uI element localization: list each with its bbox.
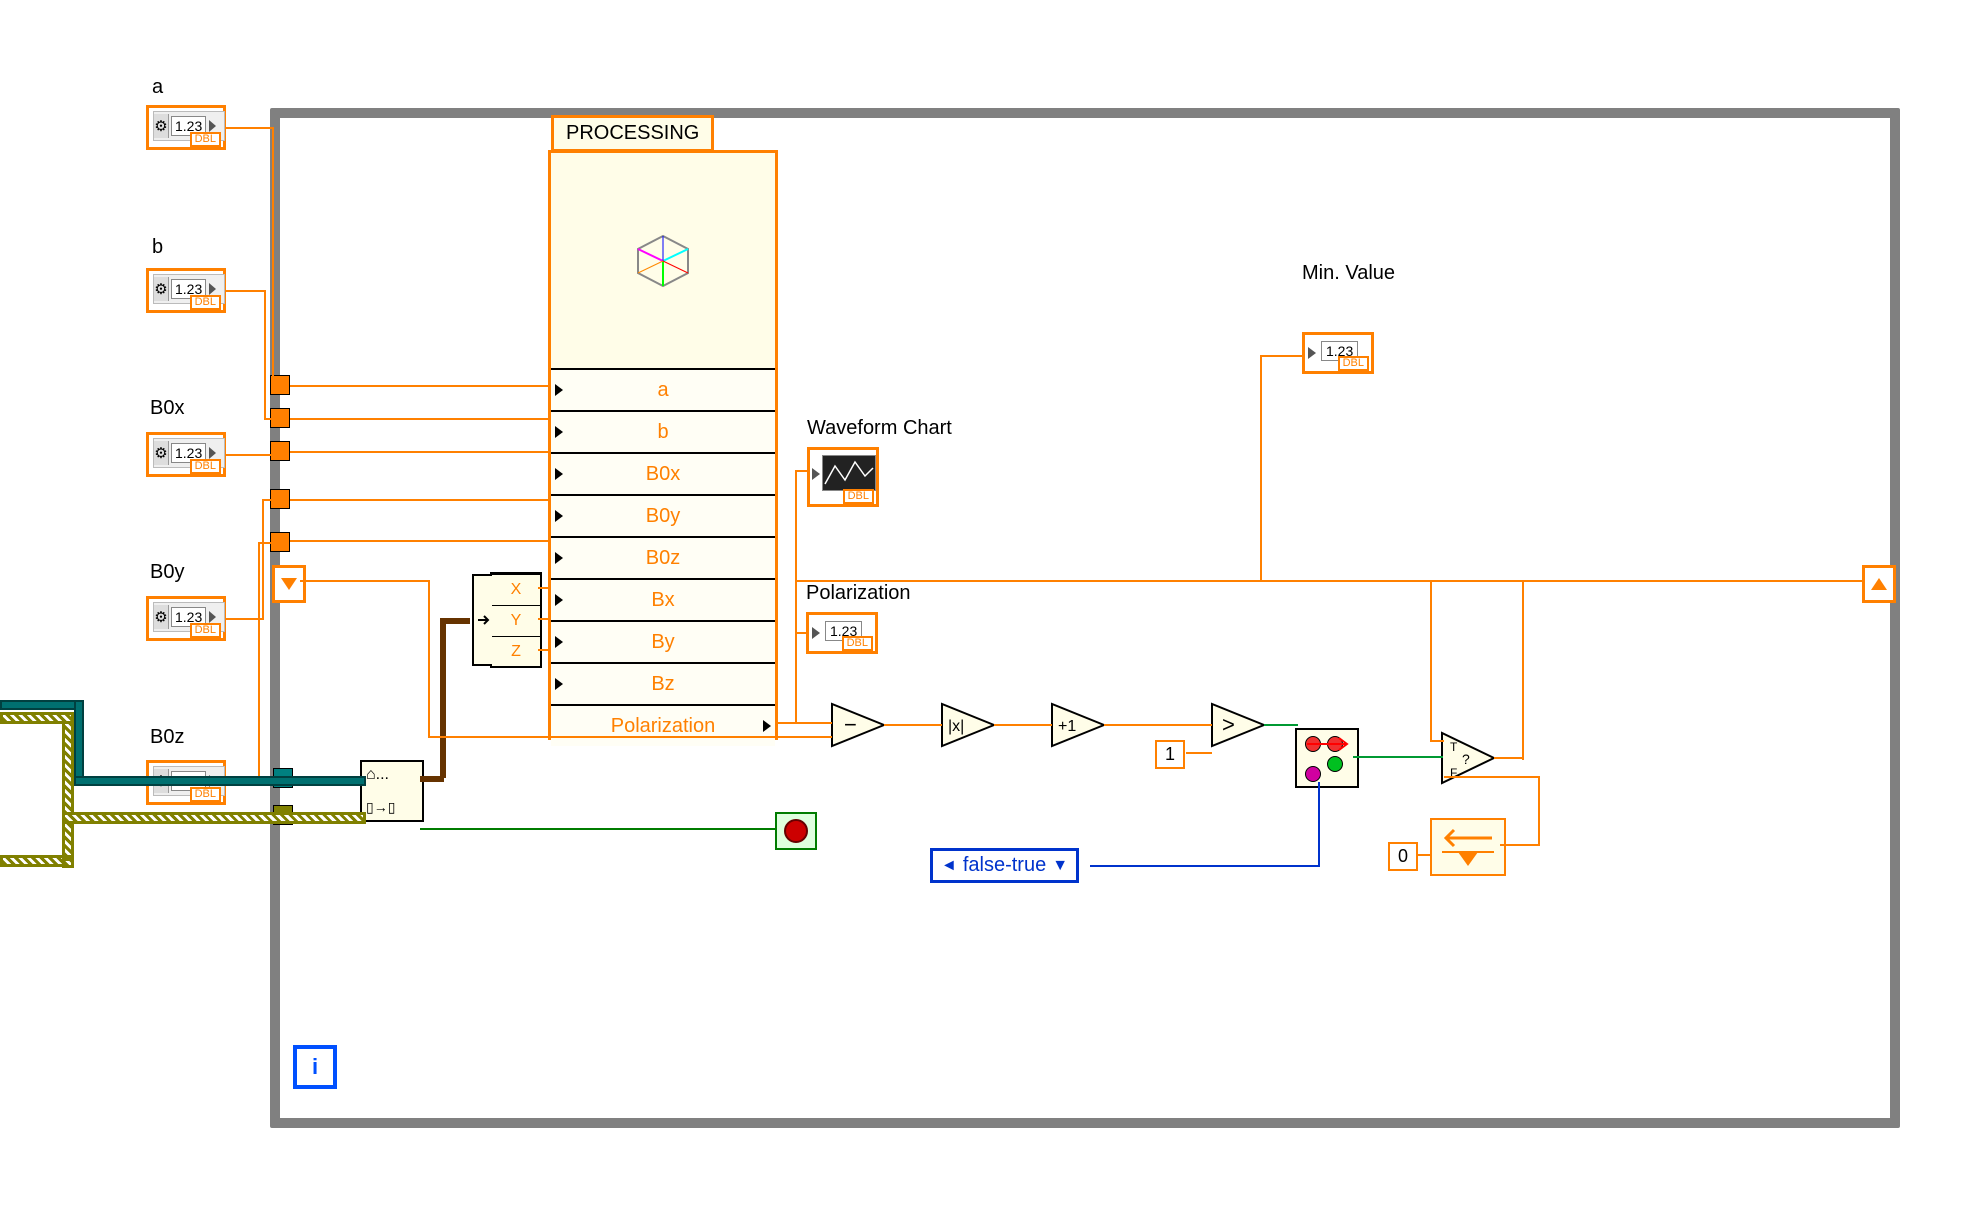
svg-text:T: T (1450, 740, 1458, 754)
increment-node[interactable]: +1 (1050, 702, 1106, 748)
label-b0z: B0z (150, 726, 184, 749)
stop-terminal[interactable] (775, 812, 817, 850)
shift-register-right[interactable] (1862, 565, 1896, 603)
svg-text:+1: +1 (1058, 718, 1076, 735)
iteration-terminal: i (293, 1045, 337, 1089)
dropdown-arrow-icon[interactable]: ▼ (1052, 857, 1068, 875)
express-input-a: a (551, 368, 775, 410)
express-input-b0y: B0y (551, 494, 775, 536)
boolean-array-constant[interactable]: ◄ false-true ▼ (930, 848, 1079, 883)
type-tag: DBL (190, 295, 221, 310)
type-tag: DBL (190, 132, 221, 147)
express-vi-processing[interactable]: PROCESSING a b B0x B0y B0z Bx By Bz Pola… (548, 150, 778, 740)
greater-node[interactable]: > (1210, 702, 1266, 748)
dequeue-element-node[interactable]: ⌂... ▯→▯ (360, 760, 424, 822)
decrement-arrow-icon[interactable]: ◄ (941, 857, 957, 875)
svg-text:?: ? (1462, 751, 1470, 767)
label-min-value: Min. Value (1302, 262, 1395, 285)
unbundle-y: Y (492, 605, 540, 636)
unbundle-x: X (492, 574, 540, 605)
express-input-by: By (551, 620, 775, 662)
shift-register-left[interactable] (272, 565, 306, 603)
block-diagram-canvas: a ⚙1.23 DBL b ⚙1.23 DBL B0x ⚙1.23 DBL B0… (0, 0, 1978, 1220)
label-a: a (152, 76, 163, 99)
express-input-b0z: B0z (551, 536, 775, 578)
label-polarization: Polarization (806, 582, 911, 605)
label-b0y: B0y (150, 561, 184, 584)
express-input-b0x: B0x (551, 452, 775, 494)
express-vi-title: PROCESSING (551, 115, 714, 152)
label-b0x: B0x (150, 397, 184, 420)
express-vi-icon (551, 153, 775, 368)
control-b[interactable]: ⚙1.23 DBL (146, 268, 226, 313)
label-b: b (152, 236, 163, 259)
indicator-polarization[interactable]: 1.23 DBL (806, 612, 878, 654)
unbundle-z: Z (492, 636, 540, 667)
subtract-node[interactable]: − (830, 702, 886, 748)
tunnel-b0x (270, 441, 290, 461)
express-input-bz: Bz (551, 662, 775, 704)
constant-one[interactable]: 1 (1155, 740, 1185, 769)
type-tag: DBL (190, 623, 221, 638)
label-waveform-chart: Waveform Chart (807, 417, 952, 440)
type-tag: DBL (190, 787, 221, 802)
indicator-min-value[interactable]: 1.23 DBL (1302, 332, 1374, 374)
type-tag: DBL (190, 459, 221, 474)
control-a[interactable]: ⚙1.23 DBL (146, 105, 226, 150)
abs-node[interactable]: |x| (940, 702, 996, 748)
constant-zero[interactable]: 0 (1388, 842, 1418, 871)
svg-text:−: − (844, 712, 857, 737)
svg-text:>: > (1222, 712, 1235, 737)
express-input-bx: Bx (551, 578, 775, 620)
svg-text:|x|: |x| (948, 718, 964, 735)
unbundle-by-name[interactable]: X Y Z (490, 572, 542, 668)
unbundle-input (472, 574, 492, 666)
control-b0y[interactable]: ⚙1.23 DBL (146, 596, 226, 641)
control-b0x[interactable]: ⚙1.23 DBL (146, 432, 226, 477)
indicator-waveform-chart[interactable]: DBL (807, 447, 879, 507)
express-input-b: b (551, 410, 775, 452)
express-output-polarization: Polarization (551, 704, 775, 746)
feedback-node[interactable] (1430, 818, 1506, 876)
implies-latch-node[interactable] (1295, 728, 1359, 788)
stop-circle-icon (784, 819, 808, 843)
